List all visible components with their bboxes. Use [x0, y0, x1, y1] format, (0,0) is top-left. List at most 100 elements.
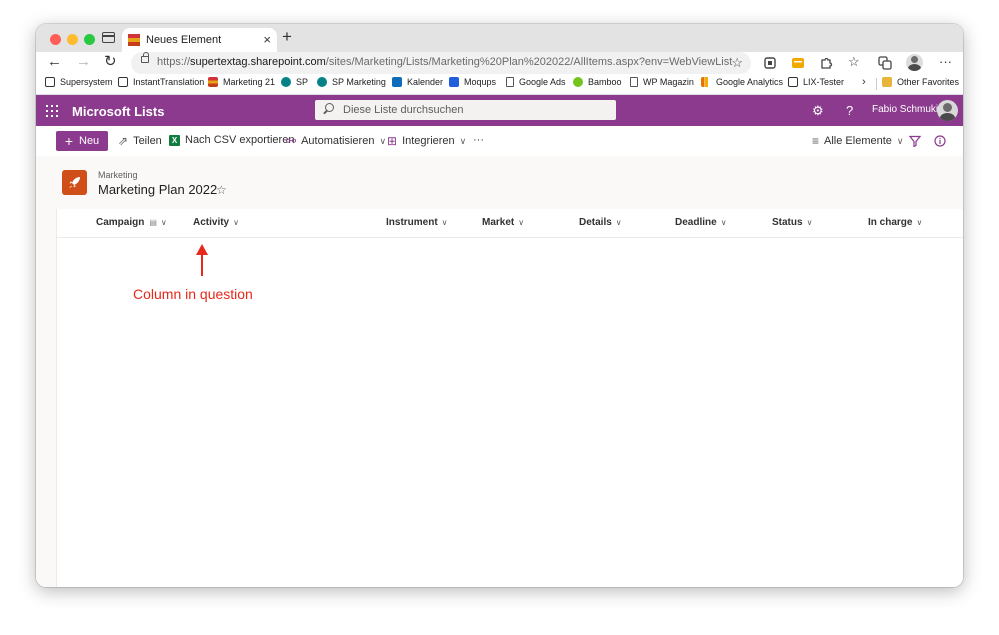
chevron-down-icon: ∨: [615, 218, 622, 227]
bookmark-google-ads[interactable]: Google Ads: [506, 77, 566, 87]
bookmark-bamboo[interactable]: Bamboo: [573, 77, 622, 87]
bookmark-instanttranslation[interactable]: InstantTranslation: [118, 77, 204, 87]
column-header-in-charge[interactable]: In charge ∨: [868, 217, 922, 228]
tab-actions-icon[interactable]: [102, 32, 115, 43]
app-launcher-icon[interactable]: [46, 105, 58, 117]
search-icon: [325, 103, 334, 112]
share-button[interactable]: ⇗ Teilen: [118, 134, 162, 148]
outlook-icon: [392, 77, 402, 87]
chevron-down-icon: ∨: [233, 218, 239, 227]
more-commands-button[interactable]: ···: [473, 134, 484, 146]
search-placeholder: Diese Liste durchsuchen: [343, 104, 464, 116]
bookmarks-bar: Supersystem InstantTranslation Marketing…: [36, 74, 963, 95]
bookmark-wp-magazin[interactable]: WP Magazin: [630, 77, 694, 87]
annotation-label: Column in question: [133, 286, 253, 302]
bookmark-google-analytics[interactable]: Google Analytics: [701, 77, 783, 87]
filter-icon[interactable]: [909, 135, 921, 147]
column-header-status[interactable]: Status ∨: [772, 217, 812, 228]
bamboo-icon: [573, 77, 583, 87]
column-header-details[interactable]: Details ∨: [579, 217, 622, 228]
column-header-instrument[interactable]: Instrument ∨: [386, 217, 448, 228]
export-csv-button[interactable]: X Nach CSV exportieren: [169, 134, 294, 146]
view-selector[interactable]: ≡ Alle Elemente ∨: [812, 134, 903, 148]
reload-icon[interactable]: ↻: [104, 54, 117, 70]
user-name: Fabio Schmuki: [872, 104, 939, 115]
list-grid: Campaign ▤ ∨ Activity ∨ Instrument ∨ Market ∨…: [56, 209, 963, 587]
app-name[interactable]: Microsoft Lists: [72, 104, 164, 119]
address-bar[interactable]: https://supertextag.sharepoint.com/sites…: [131, 52, 751, 74]
more-bookmarks-icon[interactable]: ›: [862, 76, 866, 88]
integrate-icon: ⊞: [387, 134, 398, 148]
rocket-icon: [69, 177, 80, 188]
column-header-activity[interactable]: Activity ∨: [193, 217, 239, 228]
profile-avatar[interactable]: [906, 54, 923, 71]
new-tab-button[interactable]: +: [282, 27, 292, 47]
chevron-down-icon: ∨: [518, 218, 525, 227]
bookmark-other-favorites[interactable]: Other Favorites: [882, 77, 959, 87]
tab-title: Neues Element: [146, 34, 222, 46]
help-icon[interactable]: ?: [846, 103, 853, 118]
settings-more-icon[interactable]: ···: [939, 54, 952, 70]
list-content-area: Marketing Marketing Plan 2022 ☆ Campaign…: [36, 156, 963, 587]
bookmark-supersystem[interactable]: Supersystem: [45, 77, 113, 87]
bookmark-marketing-21[interactable]: Marketing 21: [208, 77, 275, 87]
favorite-star-icon[interactable]: ☆: [216, 183, 227, 197]
integrate-button[interactable]: ⊞ Integrieren ∨: [387, 134, 466, 148]
active-tab[interactable]: Neues Element ×: [122, 28, 277, 52]
minimize-window-button[interactable]: [67, 34, 78, 45]
collections-icon[interactable]: [763, 56, 777, 70]
lock-icon: [141, 52, 149, 63]
new-item-button[interactable]: + Neu: [56, 131, 108, 151]
suite-bar: Microsoft Lists Diese Liste durchsuchen …: [36, 95, 963, 126]
plus-icon: +: [64, 133, 73, 149]
favorites-icon[interactable]: ☆: [848, 54, 860, 70]
chevron-down-icon: ∨: [459, 135, 467, 146]
command-bar: + Neu ⇗ Teilen X Nach CSV exportieren ⚯ Auto…: [36, 126, 963, 156]
bookmark-lix-tester[interactable]: LIX-Tester: [788, 77, 844, 87]
automate-icon: ⚯: [286, 134, 297, 148]
close-window-button[interactable]: [50, 34, 61, 45]
tab-strip: Neues Element × +: [36, 24, 963, 52]
sharepoint-icon: [281, 77, 291, 87]
bookmark-moqups[interactable]: Moqups: [449, 77, 496, 87]
maximize-window-button[interactable]: [84, 34, 95, 45]
chevron-down-icon: ∨: [720, 218, 727, 227]
forward-icon[interactable]: →: [76, 54, 91, 70]
chevron-down-icon: ∨: [916, 218, 923, 227]
lists-favicon-icon: [128, 34, 140, 46]
extension-icon[interactable]: [791, 56, 805, 70]
page-icon: [630, 77, 638, 87]
bookmark-sp[interactable]: SP: [281, 77, 308, 87]
add-favorite-icon[interactable]: ☆: [731, 55, 743, 71]
column-type-icon: ▤: [149, 218, 157, 227]
bookmark-divider: [876, 78, 877, 90]
info-icon[interactable]: [934, 135, 946, 147]
automate-button[interactable]: ⚯ Automatisieren ∨: [286, 134, 386, 148]
close-tab-icon[interactable]: ×: [263, 32, 271, 47]
url-text: https://supertextag.sharepoint.com/sites…: [157, 56, 733, 68]
search-box[interactable]: Diese Liste durchsuchen: [315, 100, 616, 120]
column-header-row: Campaign ▤ ∨ Activity ∨ Instrument ∨ Market ∨…: [57, 209, 963, 238]
navigation-bar: ← → ↻ https://supertextag.sharepoint.com…: [36, 52, 963, 74]
column-header-deadline[interactable]: Deadline ∨: [675, 217, 727, 228]
list-view-icon: ≡: [812, 134, 820, 148]
bookmark-icon: [788, 77, 798, 87]
puzzle-extensions-icon[interactable]: [819, 56, 833, 70]
column-header-campaign[interactable]: Campaign ▤ ∨: [96, 217, 167, 228]
user-avatar[interactable]: [937, 100, 958, 121]
chevron-down-icon: ∨: [441, 218, 448, 227]
tab-collections-icon[interactable]: [878, 56, 892, 70]
annotation-arrow-line: [201, 254, 203, 276]
bookmark-kalender[interactable]: Kalender: [392, 77, 443, 87]
analytics-icon: [701, 77, 711, 87]
settings-gear-icon[interactable]: ⚙: [812, 103, 824, 119]
back-icon[interactable]: ←: [47, 54, 62, 70]
column-header-market[interactable]: Market ∨: [482, 217, 524, 228]
site-breadcrumb[interactable]: Marketing: [98, 170, 138, 180]
bookmark-sp-marketing[interactable]: SP Marketing: [317, 77, 386, 87]
bookmark-icon: [45, 77, 55, 87]
site-logo[interactable]: [62, 170, 87, 195]
browser-window: Neues Element × + ← → ↻ https://supertex…: [36, 24, 963, 587]
chevron-down-icon: ∨: [896, 135, 904, 146]
chevron-down-icon: ∨: [160, 218, 167, 227]
